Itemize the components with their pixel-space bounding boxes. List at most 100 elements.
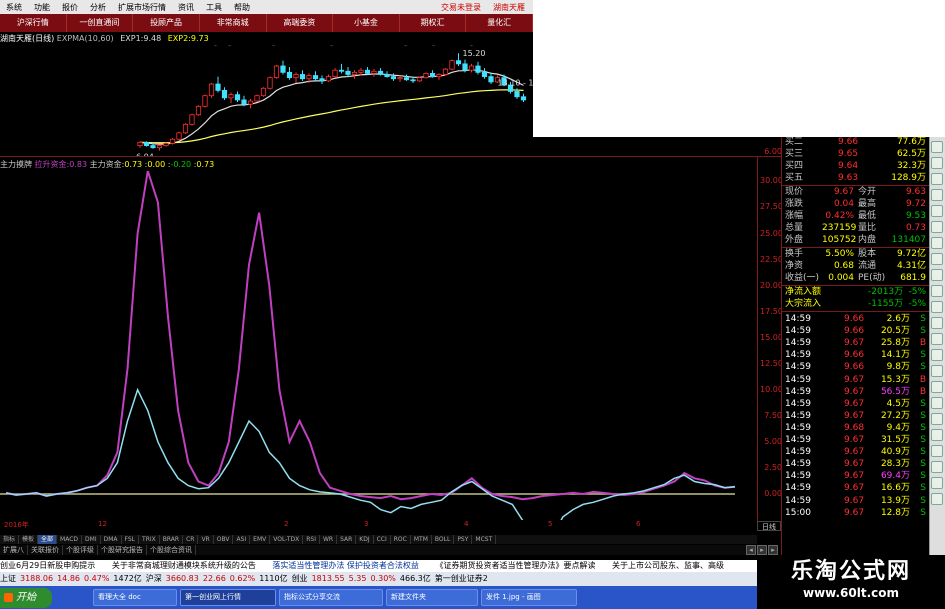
trade-login-status[interactable]: 交易未登录: [441, 2, 481, 13]
tool-icon[interactable]: [931, 205, 943, 217]
indicator-tab[interactable]: MCST: [472, 535, 497, 544]
tab-options[interactable]: 期权汇: [400, 14, 467, 32]
indicator-tab[interactable]: VOL-TDX: [270, 535, 304, 544]
tool-icon[interactable]: [931, 173, 943, 185]
tab-advisor[interactable]: 投顾产品: [133, 14, 200, 32]
tool-icon[interactable]: [931, 285, 943, 297]
indicator-tab[interactable]: KDJ: [356, 535, 374, 544]
tool-icon[interactable]: [931, 493, 943, 505]
news-item[interactable]: 落实适当性管理办法 保护投资者合法权益: [272, 561, 419, 570]
menu-item-help[interactable]: 帮助: [234, 2, 250, 13]
indicator-tab[interactable]: DMA: [101, 535, 122, 544]
tab-rating[interactable]: 个股评级: [63, 545, 98, 555]
scroll-end-button[interactable]: ▸: [768, 545, 778, 555]
y-tick-label: 17.50: [760, 306, 783, 316]
tab-ext8[interactable]: 扩展八: [0, 545, 28, 555]
tab-related-quote[interactable]: 关联报价: [28, 545, 63, 555]
menu-item-info[interactable]: 资讯: [178, 2, 194, 13]
tab-market[interactable]: 沪深行情: [0, 14, 67, 32]
menu-item-tools[interactable]: 工具: [206, 2, 222, 13]
tick-side: S: [920, 507, 926, 518]
indicator-tab[interactable]: CCI: [374, 535, 391, 544]
indicator-tab[interactable]: 指标: [0, 535, 20, 544]
news-item[interactable]: 创业6月29日新股申购提示: [0, 561, 95, 570]
tab-overview[interactable]: 个股综合资讯: [147, 545, 196, 555]
news-item[interactable]: 关于上市公司股东、监事、高级: [612, 561, 724, 570]
indicator-tab[interactable]: TRIX: [139, 535, 160, 544]
tool-icon[interactable]: [931, 461, 943, 473]
news-item[interactable]: 《证券期货投资者适当性管理办法》要点解读: [435, 561, 595, 570]
tool-icon[interactable]: [931, 333, 943, 345]
menu-item-ext-market[interactable]: 扩展市场行情: [118, 2, 166, 13]
fund-flow-row: 大宗流入 -1155万 -5%: [782, 299, 930, 310]
indicator-tab[interactable]: 模板: [19, 535, 39, 544]
tool-icon[interactable]: [931, 237, 943, 249]
tab-highend[interactable]: 高端委资: [267, 14, 334, 32]
indicator-tab[interactable]: VR: [198, 535, 214, 544]
quote-stat-row: 换手 5.50% 股本 9.72亿: [782, 249, 930, 260]
stat-value: 0.42%: [825, 211, 854, 221]
indicator-tab[interactable]: MTM: [411, 535, 432, 544]
indicator-tab[interactable]: BOLL: [432, 535, 455, 544]
start-button[interactable]: 开始: [0, 587, 52, 608]
tab-direct[interactable]: 一创直通间: [67, 14, 134, 32]
x-tick-label: 4: [464, 520, 469, 528]
tab-mall[interactable]: 非常商城: [200, 14, 267, 32]
menu-item-system[interactable]: 系统: [6, 2, 22, 13]
task-button[interactable]: 新建文件夹: [386, 589, 478, 606]
indicator-tab[interactable]: SAR: [337, 535, 357, 544]
indicator-chart[interactable]: [0, 171, 757, 520]
tab-quant[interactable]: 量化汇: [466, 14, 533, 32]
indicator-tab[interactable]: MACD: [57, 535, 83, 544]
tab-small-fund[interactable]: 小基金: [333, 14, 400, 32]
tool-icon[interactable]: [931, 269, 943, 281]
tool-icon[interactable]: [931, 221, 943, 233]
news-item[interactable]: 关于非常商城理财通模块系统升级的公告: [112, 561, 256, 570]
tick-time: 14:59: [785, 495, 811, 506]
tick-volume: 56.5万: [880, 386, 910, 397]
tool-icon[interactable]: [931, 189, 943, 201]
menu-item-analysis[interactable]: 分析: [90, 2, 106, 13]
tool-icon[interactable]: [931, 477, 943, 489]
task-button[interactable]: 指标公式分享交流: [279, 589, 383, 606]
indicator-tab[interactable]: OBV: [214, 535, 234, 544]
tool-icon[interactable]: [931, 253, 943, 265]
indicator-tab[interactable]: EMV: [250, 535, 271, 544]
tool-icon[interactable]: [931, 349, 943, 361]
indicator-tab[interactable]: FSL: [122, 535, 140, 544]
menu-item-quote[interactable]: 报价: [62, 2, 78, 13]
candle-body: [397, 77, 403, 80]
task-button[interactable]: 发件 1.jpg - 画图: [481, 589, 577, 606]
stat-label: PE(动): [858, 273, 886, 283]
indicator-tab[interactable]: CR: [183, 535, 199, 544]
quote-stat-row: 现价 9.67 今开 9.63: [782, 187, 930, 198]
task-button[interactable]: 第一创业网上行情: [180, 589, 276, 606]
task-button[interactable]: 看理大全 doc: [93, 589, 177, 606]
order-price: 9.63: [838, 173, 859, 183]
tool-icon[interactable]: [931, 429, 943, 441]
indicator-tab[interactable]: ASI: [233, 535, 251, 544]
menu-item-function[interactable]: 功能: [34, 2, 50, 13]
indicator-tab[interactable]: PSY: [454, 535, 473, 544]
tab-research[interactable]: 个股研究报告: [98, 545, 147, 555]
tool-icon[interactable]: [931, 381, 943, 393]
tool-icon[interactable]: [931, 157, 943, 169]
indicator-tab[interactable]: ROC: [391, 535, 411, 544]
tool-icon[interactable]: [931, 317, 943, 329]
tool-icon[interactable]: [931, 413, 943, 425]
scroll-left-button[interactable]: ◂: [746, 545, 756, 555]
tool-icon[interactable]: [931, 365, 943, 377]
period-button[interactable]: 日线: [757, 521, 781, 531]
indicator-tab[interactable]: WR: [320, 535, 338, 544]
tool-icon[interactable]: [931, 141, 943, 153]
scroll-right-button[interactable]: ▸: [757, 545, 767, 555]
tool-icon[interactable]: [931, 397, 943, 409]
indicator-tab[interactable]: BRAR: [160, 535, 184, 544]
indicator-tab[interactable]: RSI: [303, 535, 320, 544]
indicator-tab[interactable]: DMI: [82, 535, 101, 544]
tool-icon[interactable]: [931, 445, 943, 457]
tick-price: 9.67: [844, 386, 865, 397]
kline-chart[interactable]: 15.2013.10 - 16.04* * * * * * *: [0, 45, 757, 157]
tool-icon[interactable]: [931, 301, 943, 313]
indicator-tab[interactable]: 全部: [38, 535, 58, 544]
